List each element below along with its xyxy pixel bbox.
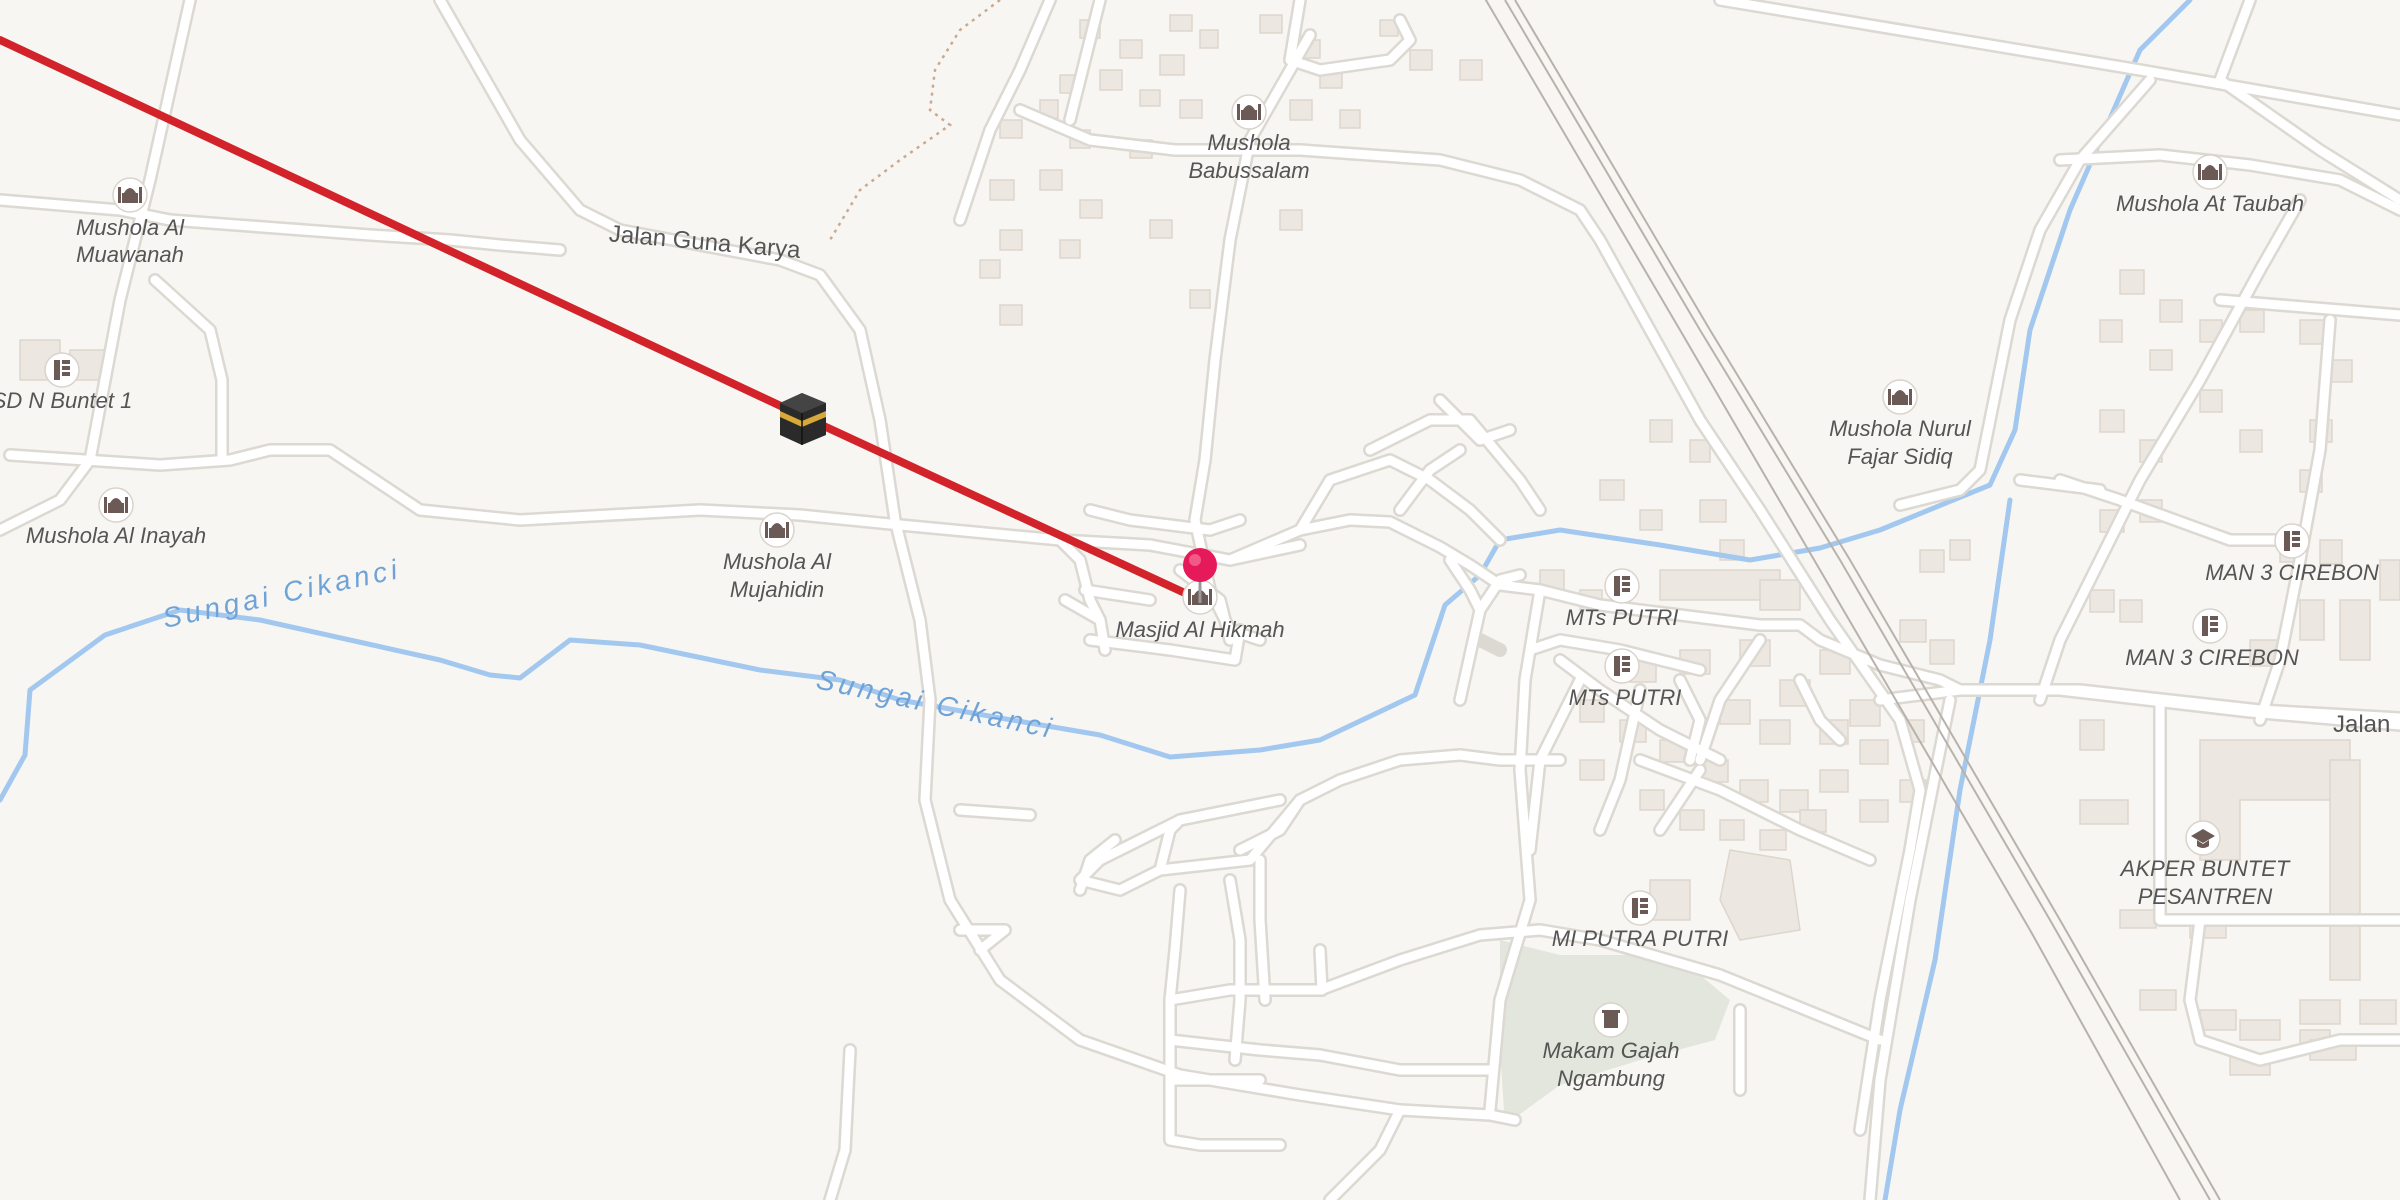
poi-label: Mushola At Taubah [2116,191,2304,216]
poi-label: Fajar Sidiq [1847,444,1953,469]
poi-label: Makam Gajah [1543,1038,1680,1063]
poi-label: MTs PUTRI [1566,605,1679,630]
school-icon [2274,523,2310,559]
poi-label: Babussalam [1188,158,1309,183]
poi-akper-buntet-pesantren[interactable]: AKPER BUNTET PESANTREN [2119,820,2291,909]
mosque-icon [98,487,134,523]
poi-label: MI PUTRA PUTRI [1552,926,1728,951]
river-label-sungai-cikanci-upper: Sungai Cikanci [160,553,404,634]
poi-label: MAN 3 CIREBON [2125,645,2299,670]
poi-label: Muawanah [76,242,184,267]
mosque-icon [112,177,148,213]
poi-label: MAN 3 CIREBON [2205,560,2379,585]
river-label-sungai-cikanci-lower: Sungai Cikanci [814,664,1058,745]
poi-mi-putra-putri[interactable]: MI PUTRA PUTRI [1552,890,1728,951]
road-label-jalan: Jalan [2333,711,2390,738]
map-canvas[interactable]: Jalan Guna Karya Jalan Sungai Cikanci Su… [0,0,2400,1200]
poi-label: Ngambung [1557,1066,1665,1091]
poi-mushola-al-muawanah[interactable]: Mushola Al Muawanah [76,177,185,267]
road-label-guna-karya: Jalan Guna Karya [608,220,802,264]
school-icon [2192,608,2228,644]
poi-label: AKPER BUNTET [2119,856,2291,881]
poi-label: SD N Buntet 1 [0,388,132,413]
mosque-icon [1882,379,1918,415]
poi-label: Mushola [1207,130,1290,155]
poi-mushola-al-mujahidin[interactable]: Mushola Al Mujahidin [723,512,832,602]
poi-label: Mushola Al Inayah [26,523,206,548]
poi-label: Masjid Al Hikmah [1115,617,1284,642]
poi-label: Mushola Al [723,549,832,574]
poi-label: Mujahidin [730,577,824,602]
cemetery-icon [1593,1002,1629,1038]
mosque-icon [2192,154,2228,190]
graduation-cap-icon [2185,820,2221,856]
mosque-icon [759,512,795,548]
poi-label: PESANTREN [2138,884,2273,909]
mosque-icon [1231,94,1267,130]
footpath [828,0,1001,241]
poi-label: Mushola Al [76,215,185,240]
poi-label: Mushola Nurul [1829,416,1972,441]
school-icon [1604,648,1640,684]
kaaba-icon[interactable] [780,393,826,445]
school-icon [44,352,80,388]
poi-mushola-nurul-fajar-sidiq[interactable]: Mushola Nurul Fajar Sidiq [1829,379,1972,469]
school-icon [1622,890,1658,926]
poi-label: MTs PUTRI [1569,685,1682,710]
school-icon [1604,568,1640,604]
